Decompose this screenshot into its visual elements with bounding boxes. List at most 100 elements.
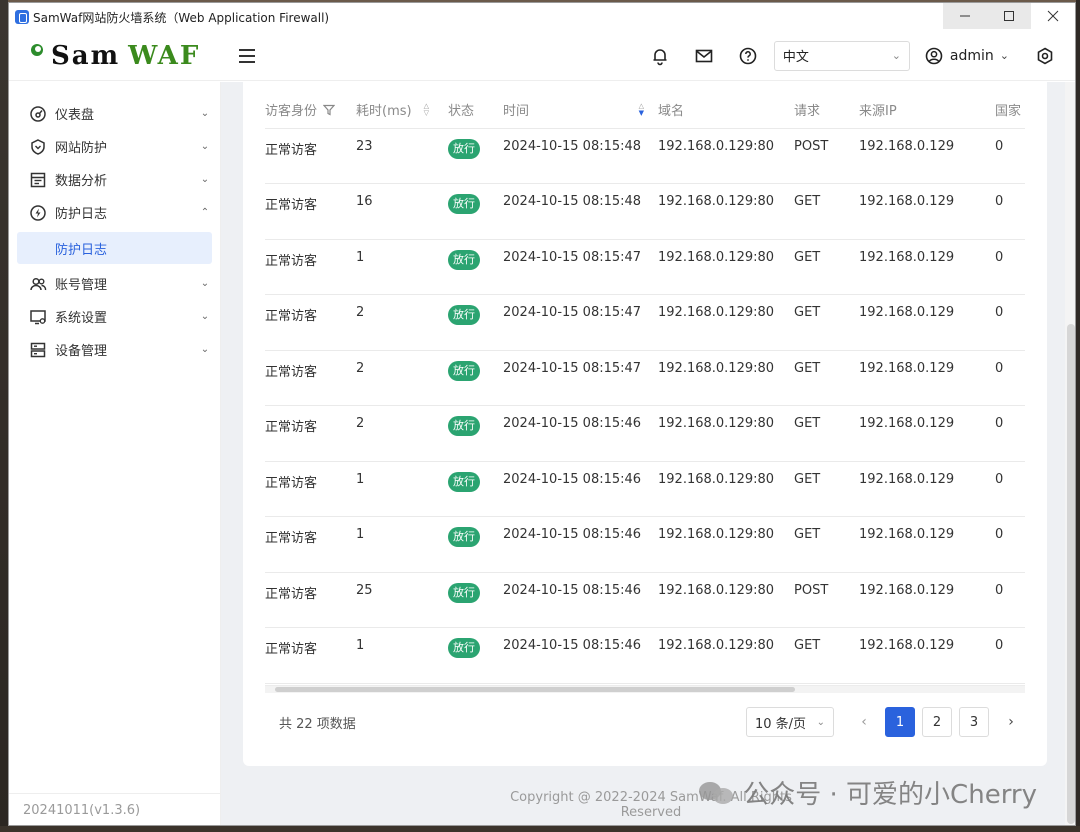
- cell-status: 放行: [448, 183, 503, 240]
- page-button-3[interactable]: 3: [959, 707, 989, 737]
- sidebar: 仪表盘 ⌄ 网站防护 ⌄ 数据分析 ⌄ 防护日志 ⌃ 防护日志 账号管理 ⌄ 系…: [9, 82, 221, 825]
- table-row[interactable]: 正常访客 1 放行 2024-10-15 08:15:47 192.168.0.129:…: [265, 239, 1025, 295]
- sidebar-subitem-protection-log[interactable]: 防护日志: [17, 232, 212, 264]
- wechat-icon: [699, 778, 735, 808]
- cell-country: 0: [995, 405, 1025, 462]
- page-button-1[interactable]: 1: [885, 707, 915, 737]
- cell-duration: 2: [356, 405, 448, 462]
- column-header-source-ip: 来源IP: [859, 92, 995, 129]
- sort-icon[interactable]: △ ▼: [639, 102, 644, 117]
- table-row[interactable]: 正常访客 25 放行 2024-10-15 08:15:46 192.168.0.129…: [265, 572, 1025, 628]
- table-row[interactable]: 正常访客 2 放行 2024-10-15 08:15:46 192.168.0.129:…: [265, 405, 1025, 462]
- cell-status: 放行: [448, 627, 503, 684]
- logo-text-sam: Sam: [51, 40, 121, 71]
- sidebar-item-label: 数据分析: [55, 174, 108, 189]
- table-row[interactable]: 正常访客 16 放行 2024-10-15 08:15:48 192.168.0.129…: [265, 183, 1025, 240]
- bell-icon: [653, 48, 667, 65]
- vertical-scrollbar[interactable]: [1065, 82, 1075, 825]
- header-actions: 中文 ⌄ admin ⌄: [638, 31, 1075, 81]
- cell-country: 0: [995, 128, 1025, 184]
- cell-status: 放行: [448, 294, 503, 351]
- horizontal-scrollbar-thumb[interactable]: [275, 687, 795, 692]
- table-row[interactable]: 正常访客 1 放行 2024-10-15 08:15:46 192.168.0.129:…: [265, 627, 1025, 684]
- cell-status: 放行: [448, 405, 503, 462]
- cell-status: 放行: [448, 239, 503, 295]
- sidebar-item-label: 仪表盘: [55, 108, 95, 123]
- close-button[interactable]: [1031, 3, 1075, 29]
- cell-duration: 1: [356, 461, 448, 517]
- watermark-text: 公众号 · 可爱的小Cherry: [743, 780, 1037, 810]
- gear-icon: [1037, 47, 1053, 64]
- horizontal-scrollbar[interactable]: [265, 685, 1025, 693]
- user-menu[interactable]: admin ⌄: [924, 46, 1009, 66]
- status-badge: 放行: [448, 638, 480, 658]
- cell-identity: 正常访客: [265, 294, 356, 351]
- status-badge: 放行: [448, 138, 480, 159]
- table-row[interactable]: 正常访客 1 放行 2024-10-15 08:15:46 192.168.0.129:…: [265, 461, 1025, 517]
- sidebar-item-data-analysis[interactable]: 数据分析 ⌄: [9, 163, 220, 196]
- vertical-scrollbar-thumb[interactable]: [1067, 324, 1075, 824]
- language-select[interactable]: 中文 ⌄: [773, 40, 910, 71]
- page-button-2[interactable]: 2: [922, 707, 952, 737]
- cell-identity: 正常访客: [265, 572, 356, 628]
- mail-button[interactable]: [682, 34, 726, 78]
- lightning-icon: [29, 204, 47, 222]
- cell-country: 0: [995, 461, 1025, 517]
- report-icon: [29, 171, 47, 189]
- prev-page-button[interactable]: ‹: [850, 714, 878, 730]
- cell-domain: 192.168.0.129:80: [658, 405, 794, 462]
- sidebar-item-device-management[interactable]: 设备管理 ⌄: [9, 333, 220, 366]
- sort-icon[interactable]: △ ▽: [424, 102, 429, 117]
- page-size-select[interactable]: 10 条/页 ⌄: [746, 707, 834, 737]
- cell-domain: 192.168.0.129:80: [658, 461, 794, 517]
- status-badge: 放行: [448, 360, 480, 381]
- cell-domain: 192.168.0.129:80: [658, 627, 794, 684]
- settings-button[interactable]: [1023, 34, 1067, 78]
- window-title: SamWaf网站防火墙系统（Web Application Firewall): [33, 10, 330, 25]
- cell-time: 2024-10-15 08:15:46: [503, 405, 658, 462]
- sidebar-item-label: 防护日志: [55, 207, 108, 222]
- sidebar-item-system-settings[interactable]: 系统设置 ⌄: [9, 300, 220, 333]
- help-button[interactable]: [726, 34, 770, 78]
- cell-time: 2024-10-15 08:15:46: [503, 461, 658, 517]
- dashboard-icon: [29, 105, 47, 123]
- total-count: 共 22 项数据: [279, 716, 356, 732]
- column-header-country: 国家: [995, 92, 1025, 129]
- cell-time: 2024-10-15 08:15:46: [503, 627, 658, 684]
- cell-method: POST: [794, 572, 859, 628]
- menu-toggle-button[interactable]: [233, 41, 263, 71]
- table-row[interactable]: 正常访客 2 放行 2024-10-15 08:15:47 192.168.0.129:…: [265, 294, 1025, 351]
- logo: Sam WAF: [9, 41, 229, 71]
- app-icon: [15, 10, 29, 24]
- cell-time: 2024-10-15 08:15:47: [503, 350, 658, 406]
- status-badge: 放行: [448, 305, 480, 325]
- cell-country: 0: [995, 572, 1025, 628]
- notification-button[interactable]: [638, 34, 682, 78]
- column-header-method: 请求: [794, 92, 859, 129]
- cell-source-ip: 192.168.0.129: [859, 516, 995, 573]
- cell-time: 2024-10-15 08:15:47: [503, 239, 658, 295]
- chevron-down-icon: ⌄: [200, 311, 210, 322]
- cell-source-ip: 192.168.0.129: [859, 350, 995, 406]
- column-header-duration[interactable]: 耗时(ms) △ ▽: [356, 92, 448, 129]
- sidebar-item-dashboard[interactable]: 仪表盘 ⌄: [9, 97, 220, 130]
- minimize-button[interactable]: [943, 3, 987, 29]
- table-row[interactable]: 正常访客 23 放行 2024-10-15 08:15:48 192.168.0.129…: [265, 128, 1025, 184]
- window-controls: [943, 3, 1075, 31]
- table-row[interactable]: 正常访客 2 放行 2024-10-15 08:15:47 192.168.0.129:…: [265, 350, 1025, 406]
- cell-method: GET: [794, 183, 859, 240]
- column-header-time[interactable]: 时间 △ ▼: [503, 92, 658, 129]
- maximize-button[interactable]: [987, 3, 1031, 29]
- next-page-button[interactable]: ›: [997, 714, 1025, 730]
- sidebar-item-site-protection[interactable]: 网站防护 ⌄: [9, 130, 220, 163]
- logo-mark-icon: [31, 43, 43, 56]
- filter-icon[interactable]: [323, 104, 336, 116]
- table-row[interactable]: 正常访客 1 放行 2024-10-15 08:15:46 192.168.0.129:…: [265, 516, 1025, 573]
- title-bar[interactable]: SamWaf网站防火墙系统（Web Application Firewall): [9, 3, 1075, 31]
- sidebar-item-protection-log[interactable]: 防护日志 ⌃: [9, 196, 220, 229]
- sidebar-item-account-management[interactable]: 账号管理 ⌄: [9, 267, 220, 300]
- cell-country: 0: [995, 627, 1025, 684]
- cell-method: GET: [794, 350, 859, 406]
- mail-icon: [695, 49, 713, 62]
- cell-source-ip: 192.168.0.129: [859, 294, 995, 351]
